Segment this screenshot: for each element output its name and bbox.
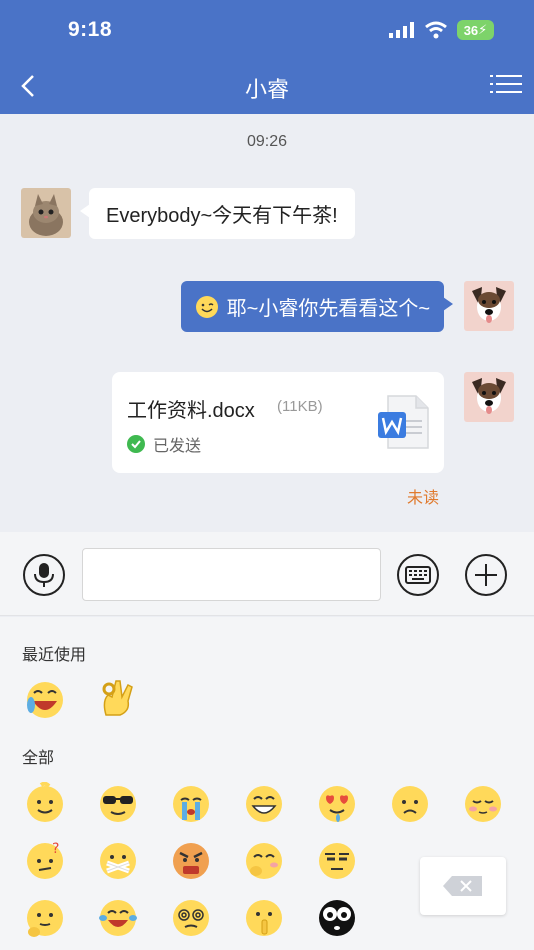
- confused-emoji-icon[interactable]: ?: [24, 839, 66, 881]
- battery-level: 36: [463, 22, 479, 38]
- avatar-dog[interactable]: [464, 372, 514, 422]
- heart-eyes-emoji-icon[interactable]: [316, 782, 358, 824]
- chat-title: 小睿: [244, 77, 289, 102]
- message-text: 耶~小睿你先看看这个~: [226, 298, 430, 320]
- smile-emoji-icon: [195, 295, 218, 318]
- message-timestamp: 09:26: [246, 133, 288, 150]
- status-time: 9:18: [68, 18, 113, 41]
- mouth-taped-emoji-icon[interactable]: [97, 839, 139, 881]
- black-face-emoji-icon[interactable]: [316, 896, 358, 938]
- plus-icon: [475, 564, 497, 586]
- emoji-panel: 最近使用 全部 ?: [0, 617, 534, 950]
- smile-emoji-icon[interactable]: [24, 782, 66, 824]
- blush-emoji-icon[interactable]: [462, 782, 504, 824]
- thinking-emoji-icon[interactable]: [24, 896, 66, 938]
- backspace-icon: [443, 876, 482, 896]
- svg-text:?: ?: [52, 841, 59, 857]
- unamused-emoji-icon[interactable]: [316, 839, 358, 881]
- check-circle-icon: [127, 435, 145, 453]
- add-button[interactable]: [465, 554, 507, 596]
- message-bubble-outgoing[interactable]: 耶~小睿你先看看这个~: [180, 281, 454, 332]
- battery-icon: 36 ⚡: [457, 20, 494, 40]
- angry-emoji-icon[interactable]: [170, 839, 212, 881]
- keyboard-icon: [405, 566, 431, 584]
- microphone-icon: [34, 563, 54, 587]
- sad-emoji-icon[interactable]: [389, 782, 431, 824]
- dizzy-emoji-icon[interactable]: [170, 896, 212, 938]
- list-menu-icon: [490, 75, 522, 93]
- avatar-dog[interactable]: [464, 281, 514, 331]
- signal-icon: [389, 22, 414, 38]
- all-emoji-label: 全部: [22, 750, 55, 767]
- message-input[interactable]: [82, 548, 381, 601]
- laugh-tears-emoji-icon[interactable]: [24, 679, 66, 721]
- input-bar: [0, 532, 534, 616]
- sunglasses-emoji-icon[interactable]: [97, 782, 139, 824]
- file-name: 工作资料.docx: [127, 400, 255, 422]
- menu-button[interactable]: [490, 72, 522, 100]
- send-status-text: 已发送: [153, 438, 202, 455]
- voice-button[interactable]: [23, 554, 65, 596]
- tears-of-joy-emoji-icon[interactable]: [97, 896, 139, 938]
- delete-button[interactable]: [420, 857, 506, 915]
- unread-label: 未读: [406, 490, 439, 507]
- ok-hand-emoji-icon[interactable]: [96, 675, 138, 717]
- avatar-cat[interactable]: [21, 188, 71, 238]
- wifi-icon: [425, 21, 447, 39]
- keyboard-button[interactable]: [397, 554, 439, 596]
- crying-emoji-icon[interactable]: [170, 782, 212, 824]
- shush-emoji-icon[interactable]: [243, 896, 285, 938]
- file-size: (11KB): [277, 398, 323, 415]
- grin-emoji-icon[interactable]: [243, 782, 285, 824]
- top-bar: 9:18 36 ⚡ 小睿: [0, 0, 534, 114]
- status-icons: 36 ⚡: [389, 20, 494, 40]
- send-status: 已发送: [127, 432, 201, 456]
- message-bubble-incoming[interactable]: Everybody~今天有下午茶!: [80, 188, 355, 239]
- file-message-card[interactable]: 工作资料.docx (11KB) 已发送: [112, 372, 444, 473]
- word-document-icon: [378, 395, 429, 449]
- message-text: Everybody~今天有下午茶!: [106, 205, 338, 227]
- chat-area: 09:26 Everybody~今天有下午茶! 耶~小睿你先看看这个~ 工作资料…: [0, 114, 534, 532]
- recent-emoji-label: 最近使用: [22, 647, 87, 664]
- giggle-emoji-icon[interactable]: [243, 839, 285, 881]
